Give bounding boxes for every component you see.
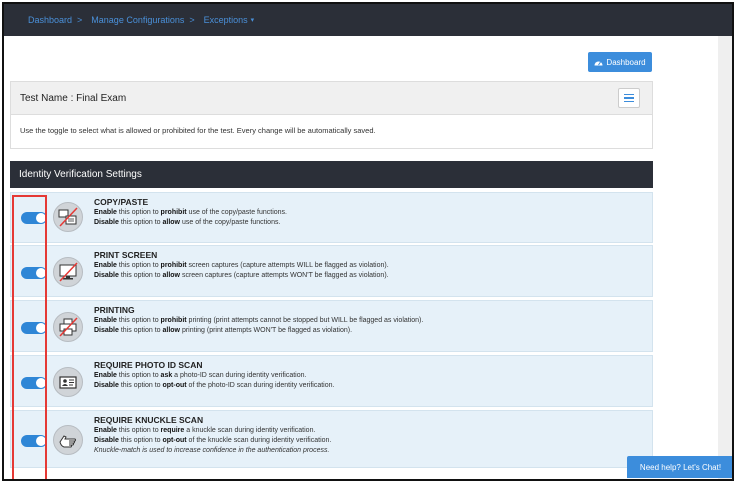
setting-enable-line: Enable this option to prohibit screen ca… bbox=[94, 262, 389, 269]
test-name-title: Test Name : Final Exam bbox=[20, 92, 127, 104]
menu-line bbox=[624, 93, 634, 96]
setting-title: COPY/PASTE bbox=[94, 197, 149, 207]
test-card: Test Name : Final Exam Use the toggle to… bbox=[10, 81, 653, 149]
setting-text: PRINT SCREEN Enable this option to prohi… bbox=[94, 250, 389, 281]
setting-enable-line: Enable this option to prohibit printing … bbox=[94, 317, 424, 324]
dashboard-gauge-icon bbox=[594, 61, 603, 65]
setting-enable-line: Enable this option to ask a photo-ID sca… bbox=[94, 372, 307, 379]
copy-paste-prohibited-icon bbox=[53, 202, 83, 232]
nav-dashboard-link[interactable]: Dashboard bbox=[28, 15, 72, 25]
setting-row-copy-paste: COPY/PASTE Enable this option to prohibi… bbox=[10, 192, 653, 243]
test-description: Use the toggle to select what is allowed… bbox=[20, 126, 376, 135]
main-content: Dashboard Test Name : Final Exam Use the… bbox=[4, 36, 718, 479]
printer-prohibited-icon bbox=[53, 312, 83, 342]
setting-row-photo-id-scan: REQUIRE PHOTO ID SCAN Enable this option… bbox=[10, 355, 653, 407]
print-screen-prohibited-icon bbox=[53, 257, 83, 287]
setting-disable-line: Disable this option to allow printing (p… bbox=[94, 327, 353, 334]
nav-separator: > bbox=[189, 15, 195, 25]
setting-note: Knuckle-match is used to increase confid… bbox=[94, 447, 330, 454]
setting-disable-line: Disable this option to allow use of the … bbox=[94, 219, 281, 226]
dashboard-button-label: Dashboard bbox=[606, 57, 646, 67]
test-card-header: Test Name : Final Exam bbox=[11, 82, 652, 115]
setting-row-print-screen: PRINT SCREEN Enable this option to prohi… bbox=[10, 245, 653, 297]
dashboard-button[interactable]: Dashboard bbox=[588, 52, 652, 72]
setting-title: REQUIRE KNUCKLE SCAN bbox=[94, 415, 204, 425]
setting-enable-line: Enable this option to prohibit use of th… bbox=[94, 209, 288, 216]
setting-row-knuckle-scan: REQUIRE KNUCKLE SCAN Enable this option … bbox=[10, 410, 653, 468]
nav-exceptions-dropdown[interactable]: Exceptions bbox=[204, 15, 248, 25]
menu-line bbox=[624, 97, 634, 99]
setting-text: REQUIRE PHOTO ID SCAN Enable this option… bbox=[94, 360, 334, 391]
browser-frame: Dashboard > Manage Configurations > Exce… bbox=[2, 2, 734, 481]
setting-text: COPY/PASTE Enable this option to prohibi… bbox=[94, 197, 287, 228]
top-navbar: Dashboard > Manage Configurations > Exce… bbox=[4, 4, 732, 36]
setting-disable-line: Disable this option to opt-out of the ph… bbox=[94, 382, 335, 389]
setting-enable-line: Enable this option to require a knuckle … bbox=[94, 427, 316, 434]
nav-manage-configurations-link[interactable]: Manage Configurations bbox=[91, 15, 184, 25]
hamburger-menu-button[interactable] bbox=[618, 88, 640, 108]
hand-knuckle-icon bbox=[53, 425, 83, 455]
setting-text: REQUIRE KNUCKLE SCAN Enable this option … bbox=[94, 415, 331, 456]
id-card-icon bbox=[53, 367, 83, 397]
section-header: Identity Verification Settings bbox=[10, 161, 653, 188]
caret-down-icon[interactable]: ▾ bbox=[251, 16, 255, 24]
setting-text: PRINTING Enable this option to prohibit … bbox=[94, 305, 423, 336]
menu-line bbox=[624, 100, 634, 103]
chat-help-button[interactable]: Need help? Let's Chat! bbox=[627, 456, 732, 478]
nav-separator: > bbox=[77, 15, 83, 25]
setting-disable-line: Disable this option to allow screen capt… bbox=[94, 272, 389, 279]
setting-disable-line: Disable this option to opt-out of the kn… bbox=[94, 437, 332, 444]
setting-title: PRINT SCREEN bbox=[94, 250, 158, 260]
page-gutter bbox=[718, 36, 732, 479]
setting-title: REQUIRE PHOTO ID SCAN bbox=[94, 360, 203, 370]
toggle-highlight-box bbox=[12, 195, 47, 479]
setting-title: PRINTING bbox=[94, 305, 135, 315]
setting-row-printing: PRINTING Enable this option to prohibit … bbox=[10, 300, 653, 352]
